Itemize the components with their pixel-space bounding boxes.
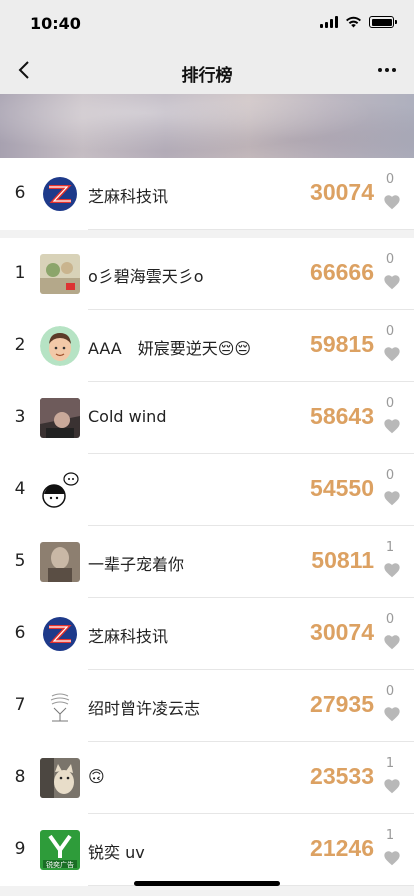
- more-dot: [378, 68, 382, 72]
- battery-icon: [369, 16, 397, 28]
- like-count: 0: [385, 612, 395, 627]
- step-count: 54550: [310, 475, 374, 501]
- avatar[interactable]: [40, 686, 80, 726]
- heart-icon[interactable]: [383, 850, 401, 866]
- rank-number: 6: [14, 623, 26, 643]
- step-count: 59815: [310, 331, 374, 357]
- cartoon-avatar-icon: [40, 470, 80, 510]
- avatar[interactable]: [40, 326, 80, 366]
- ranking-row[interactable]: 3 Cold wind 58643 0: [0, 382, 414, 454]
- heart-icon[interactable]: [383, 418, 401, 434]
- rank-number: 3: [14, 407, 26, 427]
- rank-number: 6: [14, 183, 26, 203]
- step-count: 30074: [310, 179, 374, 205]
- avatar[interactable]: [40, 398, 80, 438]
- nav-bar: 排行榜: [0, 48, 414, 94]
- rank-number: 8: [14, 767, 26, 787]
- wifi-icon: [346, 16, 361, 28]
- cat-photo-avatar-icon: [40, 758, 80, 798]
- step-count: 30074: [310, 619, 374, 645]
- avatar-label: 锐奕广告: [46, 860, 74, 869]
- rank-number: 1: [14, 263, 26, 283]
- nickname: 锐奕 uv: [88, 843, 145, 862]
- like-count: 1: [385, 756, 395, 771]
- avatar[interactable]: [40, 614, 80, 654]
- avatar[interactable]: [40, 254, 80, 294]
- ranking-row[interactable]: 1 o彡碧海雲天彡o 66666 0: [0, 238, 414, 310]
- like-count: 1: [385, 540, 395, 555]
- ruiyi-logo-icon: 锐奕广告: [40, 830, 80, 870]
- nickname: AAA 妍宸要逆天😔😔: [88, 339, 252, 358]
- heart-icon[interactable]: [383, 346, 401, 362]
- like-count: 0: [385, 396, 395, 411]
- like-count: 0: [385, 252, 395, 267]
- step-count: 27935: [310, 691, 374, 717]
- avatar[interactable]: [40, 542, 80, 582]
- like-count: 1: [385, 828, 395, 843]
- step-count: 23533: [310, 763, 374, 789]
- avatar[interactable]: [40, 758, 80, 798]
- photo-avatar-icon: [40, 254, 80, 294]
- rank-number: 5: [14, 551, 26, 571]
- cellular-signal-icon: [320, 16, 338, 28]
- like-count: 0: [385, 172, 395, 187]
- nickname: 芝麻科技讯: [88, 627, 169, 646]
- photo-avatar-icon: [40, 398, 80, 438]
- nickname: Cold wind: [88, 407, 167, 426]
- more-dot: [385, 68, 389, 72]
- avatar[interactable]: 锐奕广告: [40, 830, 80, 870]
- photo-avatar-icon: [40, 542, 80, 582]
- nickname: 绍时曾许凌云志: [88, 699, 201, 718]
- like-count: 0: [385, 684, 395, 699]
- step-count: 58643: [310, 403, 374, 429]
- more-button[interactable]: [374, 60, 400, 80]
- heart-icon[interactable]: [383, 634, 401, 650]
- ranking-row[interactable]: 2 AAA 妍宸要逆天😔😔 59815 0: [0, 310, 414, 382]
- ranking-row[interactable]: 7 绍时曾许凌云志 27935 0: [0, 670, 414, 742]
- heart-icon[interactable]: [383, 274, 401, 290]
- nickname: 一辈子宠着你: [88, 555, 185, 574]
- home-indicator: [134, 881, 280, 886]
- nickname: o彡碧海雲天彡o: [88, 267, 204, 286]
- ranking-row[interactable]: 4 54550 0: [0, 454, 414, 526]
- rank-number: 4: [14, 479, 26, 499]
- heart-icon[interactable]: [383, 490, 401, 506]
- rank-number: 9: [14, 839, 26, 859]
- ranking-row[interactable]: 6 芝麻科技讯 30074 0: [0, 598, 414, 670]
- avatar[interactable]: [40, 174, 80, 214]
- ranking-list: 1 o彡碧海雲天彡o 66666 0 2 AAA 妍宸要逆天😔😔 59815 0…: [0, 238, 414, 886]
- step-count: 21246: [310, 835, 374, 861]
- ranking-row[interactable]: 9 锐奕广告 锐奕 uv 21246 1: [0, 814, 414, 886]
- nickname: 🙃: [88, 767, 105, 786]
- like-count: 0: [385, 468, 395, 483]
- heart-icon[interactable]: [383, 194, 401, 210]
- my-rank-row[interactable]: 6 芝麻科技讯 30074 0: [0, 158, 414, 230]
- zhima-logo-icon: [43, 177, 77, 211]
- status-icons: [320, 16, 397, 28]
- rank-number: 2: [14, 335, 26, 355]
- status-bar: 10:40: [0, 0, 414, 48]
- step-count: 66666: [310, 259, 374, 285]
- more-dot: [392, 68, 396, 72]
- sketch-avatar-icon: [40, 686, 80, 726]
- page-title: 排行榜: [181, 66, 233, 86]
- nickname: 芝麻科技讯: [88, 187, 169, 206]
- like-count: 0: [385, 324, 395, 339]
- memoji-avatar-icon: [40, 326, 80, 366]
- step-count: 50811: [311, 547, 374, 573]
- ranking-row[interactable]: 8 🙃 23533 1: [0, 742, 414, 814]
- heart-icon[interactable]: [383, 562, 401, 578]
- rank-number: 7: [14, 695, 26, 715]
- heart-icon[interactable]: [383, 706, 401, 722]
- heart-icon[interactable]: [383, 778, 401, 794]
- status-time: 10:40: [30, 14, 81, 33]
- ranking-row[interactable]: 5 一辈子宠着你 50811 1: [0, 526, 414, 598]
- zhima-logo-icon: [43, 617, 77, 651]
- cover-banner: [0, 94, 414, 158]
- avatar[interactable]: [40, 470, 80, 510]
